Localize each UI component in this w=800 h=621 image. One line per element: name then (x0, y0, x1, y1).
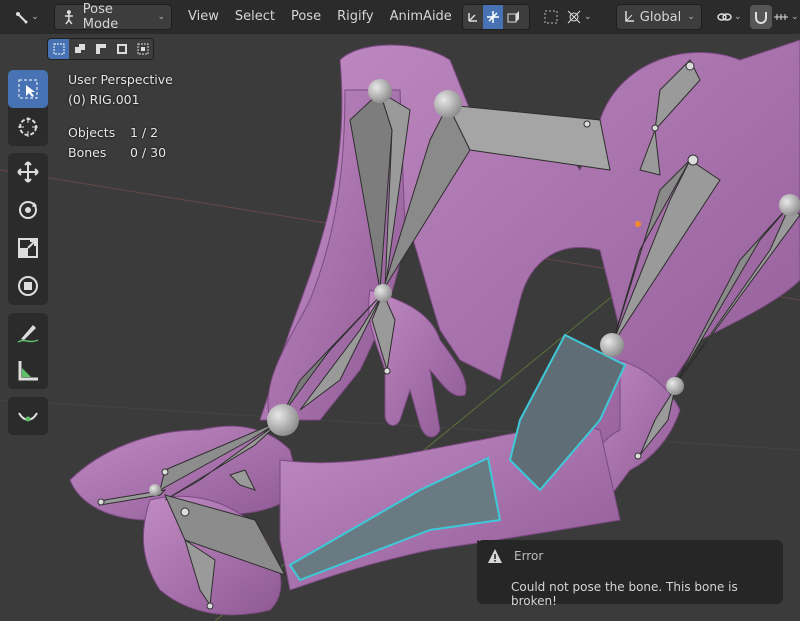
select-extend-button[interactable] (69, 39, 90, 59)
pencil-icon (17, 325, 39, 343)
scene-statistics: Objects 1 / 2 Bones 0 / 30 (68, 123, 173, 163)
rotate-icon (19, 201, 37, 219)
view-name: User Perspective (68, 72, 173, 87)
object-origin-dot (635, 221, 641, 227)
locations-toggle[interactable] (463, 5, 483, 29)
select-new-icon (53, 43, 64, 55)
magnet-icon (754, 12, 767, 24)
orientation-label: Global (639, 9, 682, 25)
menu-rigify[interactable]: Rigify (329, 5, 382, 29)
snap-increment-icon (774, 14, 789, 20)
parents-toggle[interactable] (503, 5, 523, 29)
toolbar-annotate-group (8, 313, 48, 389)
select-intersect-icon (137, 43, 148, 55)
menu-animaide[interactable]: AnimAide (382, 5, 460, 29)
chevron-down-icon: ⌄ (31, 12, 39, 22)
tool-annotate[interactable] (8, 313, 48, 351)
chevron-down-icon: ⌄ (791, 12, 799, 22)
menu-select[interactable]: Select (227, 5, 283, 29)
link-icon (544, 10, 558, 24)
bones-label: Bones (68, 145, 107, 160)
armature-icon (16, 12, 28, 24)
select-new-button[interactable] (48, 39, 69, 59)
snap-link-button[interactable] (540, 5, 562, 29)
tool-move[interactable] (8, 153, 48, 191)
ruler-icon (18, 361, 38, 381)
toolbar-transform-group (8, 153, 48, 305)
select-subtract-icon (95, 44, 106, 54)
header-menus: View Select Pose Rigify AnimAide (180, 5, 460, 29)
chevron-down-icon: ⌄ (734, 12, 742, 22)
cursor-icon (18, 117, 38, 137)
select-mode-group (47, 38, 154, 60)
cube-icon (507, 11, 519, 23)
tool-measure[interactable] (8, 351, 48, 389)
scale-icon (18, 238, 38, 258)
select-intersect-button[interactable] (132, 39, 153, 59)
pivot-dropdown[interactable]: ⌄ (712, 5, 746, 29)
tool-select-box[interactable] (8, 70, 48, 108)
notification-message: Could not pose the bone. This bone is br… (511, 580, 738, 608)
warning-icon (488, 549, 502, 563)
select-box-icon (18, 79, 38, 99)
tool-transform[interactable] (8, 267, 48, 305)
chevron-down-icon: ⌄ (157, 12, 165, 22)
transform-orientation-dropdown[interactable]: Global ⌄ (615, 4, 702, 30)
gizmo-dropdown[interactable]: ⌄ (562, 5, 596, 29)
tool-cursor[interactable] (8, 108, 48, 146)
mirror-toggle[interactable] (482, 5, 503, 29)
move-axes-icon (468, 13, 477, 22)
notification-title: Error (514, 549, 544, 563)
transform-affect-group (461, 4, 530, 30)
bones-value: 0 / 30 (130, 145, 167, 160)
select-subtract-button[interactable] (90, 39, 111, 59)
snap-toggle[interactable] (749, 5, 772, 29)
tool-scale[interactable] (8, 229, 48, 267)
snap-target-dropdown[interactable]: ⌄ (772, 5, 800, 29)
error-notification: Error Could not pose the bone. This bone… (477, 540, 783, 608)
toolbar-extra-group (8, 397, 48, 435)
toolbar-select-group (8, 70, 48, 146)
objects-label: Objects (68, 125, 116, 140)
menu-pose[interactable]: Pose (283, 5, 329, 29)
transform-icon (18, 276, 38, 296)
viewport-header: ⌄ Pose Mode ⌄ View Select Pose Rigify An… (0, 0, 800, 34)
curve-icon (18, 412, 38, 422)
move-icon (17, 161, 39, 183)
select-extend-icon (74, 44, 85, 53)
select-invert-icon (116, 44, 127, 54)
chain-link-icon (717, 13, 732, 21)
chevron-down-icon: ⌄ (584, 12, 592, 22)
gizmo-icon (567, 10, 581, 24)
chevron-down-icon: ⌄ (687, 12, 695, 22)
viewport-info-overlay: User Perspective (0) RIG.001 Objects 1 /… (68, 70, 173, 163)
mode-dropdown[interactable]: Pose Mode ⌄ (54, 2, 172, 32)
mirror-axes-icon (486, 11, 499, 23)
menu-view[interactable]: View (180, 5, 227, 29)
axes-icon (625, 11, 634, 22)
mode-label: Pose Mode (82, 2, 119, 32)
active-object-name: (0) RIG.001 (68, 92, 140, 107)
tool-rotate[interactable] (8, 191, 48, 229)
tool-relax[interactable] (8, 397, 48, 435)
objects-value: 1 / 2 (130, 125, 159, 140)
select-invert-button[interactable] (111, 39, 132, 59)
editor-type-button[interactable]: ⌄ (10, 5, 42, 29)
pose-icon (64, 10, 73, 25)
